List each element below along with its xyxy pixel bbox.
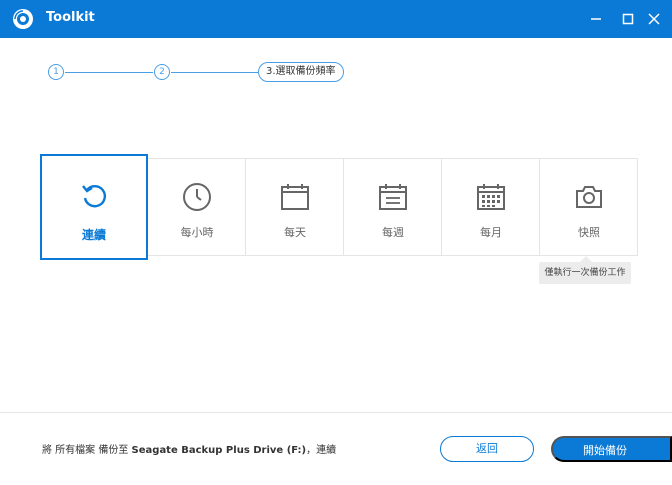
option-label: 快照: [578, 226, 600, 239]
calendar-month-icon: [477, 184, 505, 210]
continuous-refresh-icon: [82, 185, 106, 208]
option-label: 每天: [284, 226, 306, 239]
option-monthly[interactable]: 每月: [442, 158, 540, 256]
calendar-week-icon: [379, 184, 407, 210]
start-backup-button[interactable]: 開始備份: [551, 436, 672, 462]
option-hourly[interactable]: 每小時: [148, 158, 246, 256]
window-title: Toolkit: [46, 10, 95, 25]
calendar-day-icon: [281, 184, 309, 210]
step-connector: [65, 72, 153, 73]
option-daily[interactable]: 每天: [246, 158, 344, 256]
summary-prefix: 將 所有檔案 備份至: [42, 445, 132, 456]
step-2-indicator: 2: [154, 64, 170, 80]
snapshot-tooltip: 僅執行一次備份工作: [539, 262, 631, 284]
option-snapshot[interactable]: 快照: [540, 158, 638, 256]
summary-drive: Seagate Backup Plus Drive (F:): [131, 445, 307, 456]
step-3-current: 3.選取備份頻率: [258, 62, 344, 82]
option-label: 每小時: [180, 226, 214, 239]
option-label: 每週: [382, 226, 404, 239]
camera-icon: [576, 186, 602, 208]
option-continuous[interactable]: 連續: [40, 154, 148, 260]
clock-icon: [183, 183, 211, 211]
step-1-indicator: 1: [48, 64, 64, 80]
option-weekly[interactable]: 每週: [344, 158, 442, 256]
maximize-icon[interactable]: [617, 8, 639, 30]
toolkit-logo-icon: [13, 9, 33, 29]
footer-divider: [0, 412, 672, 413]
title-bar: Toolkit: [0, 0, 672, 38]
option-label: 每月: [480, 226, 502, 239]
option-label: 連續: [81, 228, 106, 242]
close-icon[interactable]: [643, 8, 665, 30]
summary-suffix: ，連續: [306, 445, 337, 456]
wizard-stepper: 1 2 3.選取備份頻率: [0, 60, 672, 84]
back-button[interactable]: 返回: [440, 436, 534, 462]
backup-summary: 將 所有檔案 備份至 Seagate Backup Plus Drive (F:…: [42, 441, 336, 456]
minimize-icon[interactable]: [585, 8, 607, 30]
step-connector: [171, 72, 258, 73]
